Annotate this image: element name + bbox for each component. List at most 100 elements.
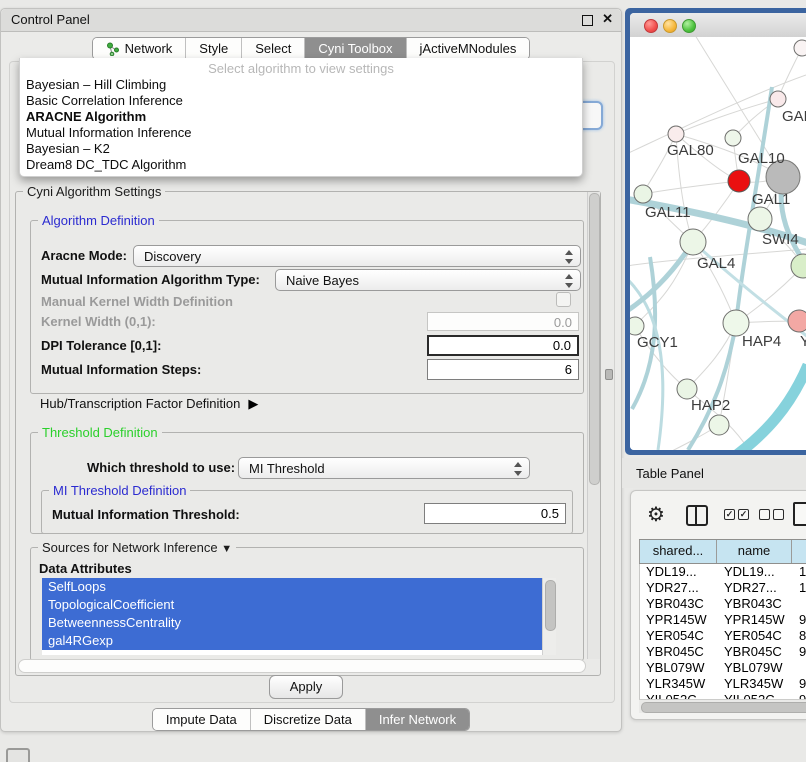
dropdown-item-bayesian-hill-climbing[interactable]: Bayesian – Hill Climbing bbox=[20, 77, 582, 93]
hub-transcription-section[interactable]: Hub/Transcription Factor Definition▶ bbox=[40, 396, 258, 412]
manual-kernel-checkbox[interactable] bbox=[556, 292, 571, 307]
dropdown-item-dream8[interactable]: Dream8 DC_TDC Algorithm bbox=[20, 157, 582, 173]
cell-value[interactable]: 13 bbox=[793, 564, 806, 580]
node-gcy1[interactable] bbox=[630, 317, 644, 335]
cell-value[interactable] bbox=[793, 660, 806, 676]
cell-name[interactable]: YDL19... bbox=[718, 564, 793, 580]
minimized-panel-icon-partial[interactable] bbox=[6, 748, 30, 762]
cell-name[interactable]: YDR27... bbox=[718, 580, 793, 596]
table-row[interactable]: YBL079W YBL079W bbox=[640, 660, 806, 676]
cell-shared-name[interactable]: YBR043C bbox=[640, 596, 718, 612]
table-horizontal-scrollbar-thumb[interactable] bbox=[641, 702, 806, 713]
cell-shared-name[interactable]: YLR345W bbox=[640, 676, 718, 692]
tab-cyni-toolbox[interactable]: Cyni Toolbox bbox=[305, 38, 406, 59]
tab-select[interactable]: Select bbox=[242, 38, 305, 59]
cell-value[interactable]: 9. bbox=[793, 676, 806, 692]
table-row[interactable]: YER054C YER054C 8. bbox=[640, 628, 806, 644]
table-row[interactable]: YBR045C YBR045C 9. bbox=[640, 644, 806, 660]
apply-button[interactable]: Apply bbox=[269, 675, 343, 699]
cell-value[interactable]: 9. bbox=[793, 612, 806, 628]
node-green-right[interactable] bbox=[791, 254, 806, 278]
tab-jactivemnodules[interactable]: jActiveMNodules bbox=[407, 38, 530, 59]
cell-name[interactable]: YBL079W bbox=[718, 660, 793, 676]
node-gal10[interactable] bbox=[725, 130, 741, 146]
cell-shared-name[interactable]: YBR045C bbox=[640, 644, 718, 660]
node-gal1-red[interactable] bbox=[728, 170, 750, 192]
table-row[interactable]: YDR27... YDR27... 12 bbox=[640, 580, 806, 596]
columns-icon[interactable] bbox=[686, 505, 708, 526]
tab-discretize-data[interactable]: Discretize Data bbox=[251, 709, 366, 730]
node-gal80[interactable] bbox=[668, 126, 684, 142]
cell-name[interactable]: YLR345W bbox=[718, 676, 793, 692]
node-partial-top[interactable] bbox=[794, 40, 806, 56]
list-item-betweennesscentrality[interactable]: BetweennessCentrality bbox=[42, 614, 544, 632]
document-icon-partial[interactable] bbox=[793, 502, 806, 526]
column-header-name[interactable]: name bbox=[717, 540, 792, 563]
table-row[interactable]: YBR043C YBR043C bbox=[640, 596, 806, 612]
cell-value[interactable]: 12 bbox=[793, 580, 806, 596]
node-gal4[interactable] bbox=[680, 229, 706, 255]
cell-name[interactable]: YBR045C bbox=[718, 644, 793, 660]
attributes-list-scrollbar-thumb[interactable] bbox=[545, 580, 556, 631]
cell-name[interactable]: YER054C bbox=[718, 628, 793, 644]
cell-value[interactable]: 9. bbox=[793, 644, 806, 660]
cell-value[interactable]: 8. bbox=[793, 628, 806, 644]
close-window-icon[interactable]: ✕ bbox=[602, 11, 613, 27]
dpi-tolerance-field[interactable]: 0.0 bbox=[427, 335, 579, 356]
close-traffic-light-icon[interactable] bbox=[644, 19, 658, 33]
dropdown-item-aracne[interactable]: ARACNE Algorithm bbox=[20, 109, 582, 125]
column-header-shared-name[interactable]: shared... bbox=[639, 540, 717, 563]
gear-icon[interactable]: ⚙ bbox=[647, 502, 665, 527]
cell-shared-name[interactable]: YBL079W bbox=[640, 660, 718, 676]
cell-shared-name[interactable]: YDL19... bbox=[640, 564, 718, 580]
network-canvas[interactable]: GAL GAL80 GAL10 GAL1 GAL11 SWI4 GAL4 GCY… bbox=[630, 37, 806, 450]
cell-name[interactable]: YBR043C bbox=[718, 596, 793, 612]
node-partial-bottom[interactable] bbox=[709, 415, 729, 435]
settings-vertical-scrollbar[interactable] bbox=[587, 192, 600, 659]
which-threshold-combobox[interactable]: MI Threshold bbox=[238, 457, 530, 479]
column-header-partial[interactable]: A bbox=[792, 540, 806, 563]
deselect-all-checkboxes-icon[interactable] bbox=[759, 509, 784, 520]
node-hap2[interactable] bbox=[677, 379, 697, 399]
settings-vertical-scrollbar-thumb[interactable] bbox=[589, 193, 600, 485]
table-horizontal-scrollbar[interactable] bbox=[639, 699, 806, 713]
node-gal11[interactable] bbox=[634, 185, 652, 203]
float-window-icon[interactable] bbox=[582, 15, 593, 26]
tab-infer-network[interactable]: Infer Network bbox=[366, 709, 469, 730]
cell-shared-name[interactable]: YER054C bbox=[640, 628, 718, 644]
node-salmon[interactable] bbox=[788, 310, 806, 332]
table-row[interactable]: YDL19... YDL19... 13 bbox=[640, 564, 806, 580]
zoom-traffic-light-icon[interactable] bbox=[682, 19, 696, 33]
cell-name[interactable]: YPR145W bbox=[718, 612, 793, 628]
aracne-mode-combobox[interactable]: Discovery bbox=[133, 245, 581, 267]
collapse-down-icon[interactable]: ▼ bbox=[221, 543, 232, 555]
kernel-width-field[interactable]: 0.0 bbox=[427, 312, 579, 331]
select-all-checkboxes-icon[interactable]: ✓ ✓ bbox=[724, 509, 749, 520]
expand-right-icon[interactable]: ▶ bbox=[248, 396, 258, 412]
settings-horizontal-scrollbar[interactable] bbox=[18, 659, 586, 673]
dropdown-item-mutual-information[interactable]: Mutual Information Inference bbox=[20, 125, 582, 141]
minimize-traffic-light-icon[interactable] bbox=[663, 19, 677, 33]
network-window-titlebar[interactable] bbox=[630, 13, 806, 38]
cell-shared-name[interactable]: YDR27... bbox=[640, 580, 718, 596]
mi-steps-field[interactable]: 6 bbox=[427, 359, 579, 380]
tab-impute-data[interactable]: Impute Data bbox=[153, 709, 251, 730]
list-item-selfloops[interactable]: SelfLoops bbox=[42, 578, 544, 596]
attributes-list-scrollbar[interactable] bbox=[542, 578, 556, 655]
table-row[interactable]: YLR345W YLR345W 9. bbox=[640, 676, 806, 692]
list-item-topologicalcoefficient[interactable]: TopologicalCoefficient bbox=[42, 596, 544, 614]
cell-shared-name[interactable]: YPR145W bbox=[640, 612, 718, 628]
cell-value[interactable] bbox=[793, 596, 806, 612]
table-row[interactable]: YPR145W YPR145W 9. bbox=[640, 612, 806, 628]
panel-splitter-handle[interactable] bbox=[605, 369, 613, 380]
dropdown-item-bayesian-k2[interactable]: Bayesian – K2 bbox=[20, 141, 582, 157]
node-swi4[interactable] bbox=[748, 207, 772, 231]
node-pink-top[interactable] bbox=[770, 91, 786, 107]
tab-style[interactable]: Style bbox=[186, 38, 242, 59]
tab-network[interactable]: Network bbox=[93, 38, 187, 59]
mi-threshold-field[interactable]: 0.5 bbox=[424, 503, 566, 524]
list-item-gal4rgexp[interactable]: gal4RGexp bbox=[42, 632, 544, 650]
dropdown-item-basic-correlation[interactable]: Basic Correlation Inference bbox=[20, 93, 582, 109]
mi-type-combobox[interactable]: Naive Bayes bbox=[275, 269, 581, 291]
control-panel-titlebar[interactable]: Control Panel ✕ bbox=[1, 9, 621, 32]
